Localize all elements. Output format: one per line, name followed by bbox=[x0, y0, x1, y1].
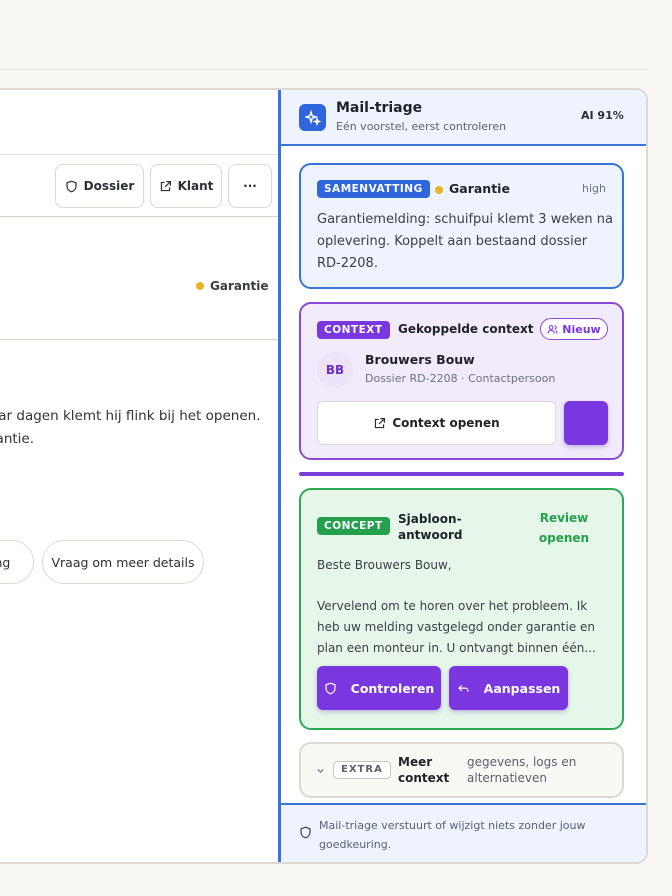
concept-label: CONCEPT bbox=[317, 517, 390, 535]
shield-icon bbox=[325, 682, 336, 694]
draft-body-line-1: Vervelend om te horen over het probleem.… bbox=[317, 599, 588, 613]
concept-card: CONCEPT Sjabloon- antwoord Review openen… bbox=[299, 488, 624, 730]
shield-icon bbox=[66, 180, 77, 192]
panel-title: Mail-triage bbox=[336, 100, 423, 116]
mail-triage-panel: Mail-triage Eén voorstel, eerst controle… bbox=[278, 90, 646, 862]
edit-button[interactable]: Aanpassen bbox=[449, 666, 568, 710]
klant-button[interactable]: Klant bbox=[150, 164, 222, 208]
summary-label: SAMENVATTING bbox=[317, 180, 430, 198]
quick-reply-chip-label: ing bbox=[0, 554, 11, 570]
dossier-button-label: Dossier bbox=[83, 179, 135, 193]
chevron-down-icon bbox=[317, 768, 324, 773]
draft-body-line-2: heb uw melding vastgelegd onder garantie… bbox=[317, 620, 596, 634]
draft-greeting: Beste Brouwers Bouw, bbox=[317, 558, 452, 572]
review-open-link[interactable]: Review openen bbox=[537, 508, 591, 548]
priority-badge: high bbox=[582, 182, 606, 195]
ticket-tag: Garantie bbox=[196, 279, 269, 293]
summary-category: Garantie bbox=[449, 181, 510, 196]
concept-title: Sjabloon- antwoord bbox=[398, 511, 462, 543]
ai-confidence-score: AI 91% bbox=[581, 109, 624, 122]
company-avatar: BB bbox=[317, 352, 353, 388]
extra-title-line-2: context bbox=[398, 771, 450, 785]
message-line-1: aar dagen klemt hij flink bij het openen… bbox=[0, 408, 261, 424]
summary-card: SAMENVATTING Garantie high Garantiemeldi… bbox=[299, 163, 624, 289]
extra-title: Meer context bbox=[398, 754, 449, 786]
extra-label: EXTRA bbox=[333, 761, 391, 779]
ask-more-details-label: Vraag om meer details bbox=[51, 554, 195, 570]
review-open-line-2: openen bbox=[538, 531, 590, 545]
context-card: CONTEXT Gekoppelde context Nieuw BB Brou… bbox=[299, 302, 624, 460]
header-divider bbox=[0, 154, 278, 155]
company-name: Brouwers Bouw bbox=[365, 352, 475, 367]
more-options-icon: ··· bbox=[243, 179, 257, 193]
category-dot bbox=[435, 186, 443, 194]
open-context-button[interactable]: Context openen bbox=[317, 401, 556, 445]
ticket-tag-label: Garantie bbox=[210, 279, 269, 293]
summary-text-line-3: RD-2208. bbox=[317, 256, 378, 271]
check-button[interactable]: Controleren bbox=[317, 666, 441, 710]
tag-dot bbox=[196, 282, 204, 290]
footer-notice: Mail-triage verstuurt of wijzigt niets z… bbox=[319, 816, 585, 854]
panel-subtitle: Eén voorstel, eerst controleren bbox=[336, 120, 507, 133]
klant-button-label: Klant bbox=[177, 179, 214, 193]
footer-notice-line-1: Mail-triage verstuurt of wijzigt niets z… bbox=[319, 819, 586, 832]
section-divider bbox=[0, 339, 278, 340]
concept-title-line-2: antwoord bbox=[398, 528, 463, 542]
edit-button-label: Aanpassen bbox=[483, 680, 561, 696]
new-badge-label: Nieuw bbox=[562, 322, 601, 336]
quick-reply-chip[interactable]: ing bbox=[0, 540, 34, 584]
review-open-line-1: Review bbox=[539, 511, 589, 525]
open-context-label: Context openen bbox=[392, 416, 500, 430]
summary-text: Garantiemelding: schuifpui klemt 3 weken… bbox=[317, 209, 613, 275]
top-divider bbox=[0, 69, 648, 70]
panel-footer: Mail-triage verstuurt of wijzigt niets z… bbox=[281, 803, 646, 862]
message-line-2: rantie. bbox=[0, 431, 35, 447]
app-window: Dossier Klant ··· Garantie aar dagen kle… bbox=[0, 88, 648, 864]
summary-text-line-2: oplevering. Koppelt aan bestaand dossier bbox=[317, 234, 588, 249]
card-divider bbox=[299, 472, 624, 476]
draft-body-line-3: plan een monteur in. U ontvangt binnen é… bbox=[317, 641, 596, 655]
shield-icon bbox=[300, 826, 311, 839]
context-title: Gekoppelde context bbox=[398, 322, 534, 336]
draft-body: Vervelend om te horen over het probleem.… bbox=[317, 596, 596, 659]
dossier-button[interactable]: Dossier bbox=[55, 164, 144, 208]
external-link-icon bbox=[375, 417, 386, 428]
more-options-button[interactable]: ··· bbox=[228, 164, 272, 208]
reply-icon bbox=[457, 684, 469, 692]
extra-title-line-1: Meer bbox=[398, 755, 433, 769]
company-meta: Dossier RD-2208 · Contactpersoon bbox=[365, 372, 556, 385]
extra-description: gegevens, logs en alternatieven bbox=[467, 754, 576, 786]
panel-header: Mail-triage Eén voorstel, eerst controle… bbox=[281, 90, 646, 146]
concept-title-line-1: Sjabloon- bbox=[398, 512, 462, 526]
summary-text-line-1: Garantiemelding: schuifpui klemt 3 weken… bbox=[317, 212, 613, 227]
extra-description-line-2: alternatieven bbox=[467, 771, 547, 785]
external-link-icon bbox=[160, 180, 171, 191]
context-action-button[interactable] bbox=[564, 401, 608, 445]
users-icon bbox=[547, 324, 558, 334]
context-label: CONTEXT bbox=[317, 321, 390, 339]
new-badge: Nieuw bbox=[540, 318, 608, 340]
ask-more-details-chip[interactable]: Vraag om meer details bbox=[42, 540, 204, 584]
extra-context-toggle[interactable]: EXTRA Meer context gegevens, logs en alt… bbox=[299, 742, 624, 798]
sparkle-icon bbox=[299, 104, 326, 131]
footer-notice-line-2: goedkeuring. bbox=[319, 838, 392, 851]
check-button-label: Controleren bbox=[350, 680, 435, 696]
ticket-main-pane: Dossier Klant ··· Garantie aar dagen kle… bbox=[0, 90, 278, 862]
extra-description-line-1: gegevens, logs en bbox=[467, 755, 577, 769]
toolbar-divider bbox=[0, 216, 278, 217]
